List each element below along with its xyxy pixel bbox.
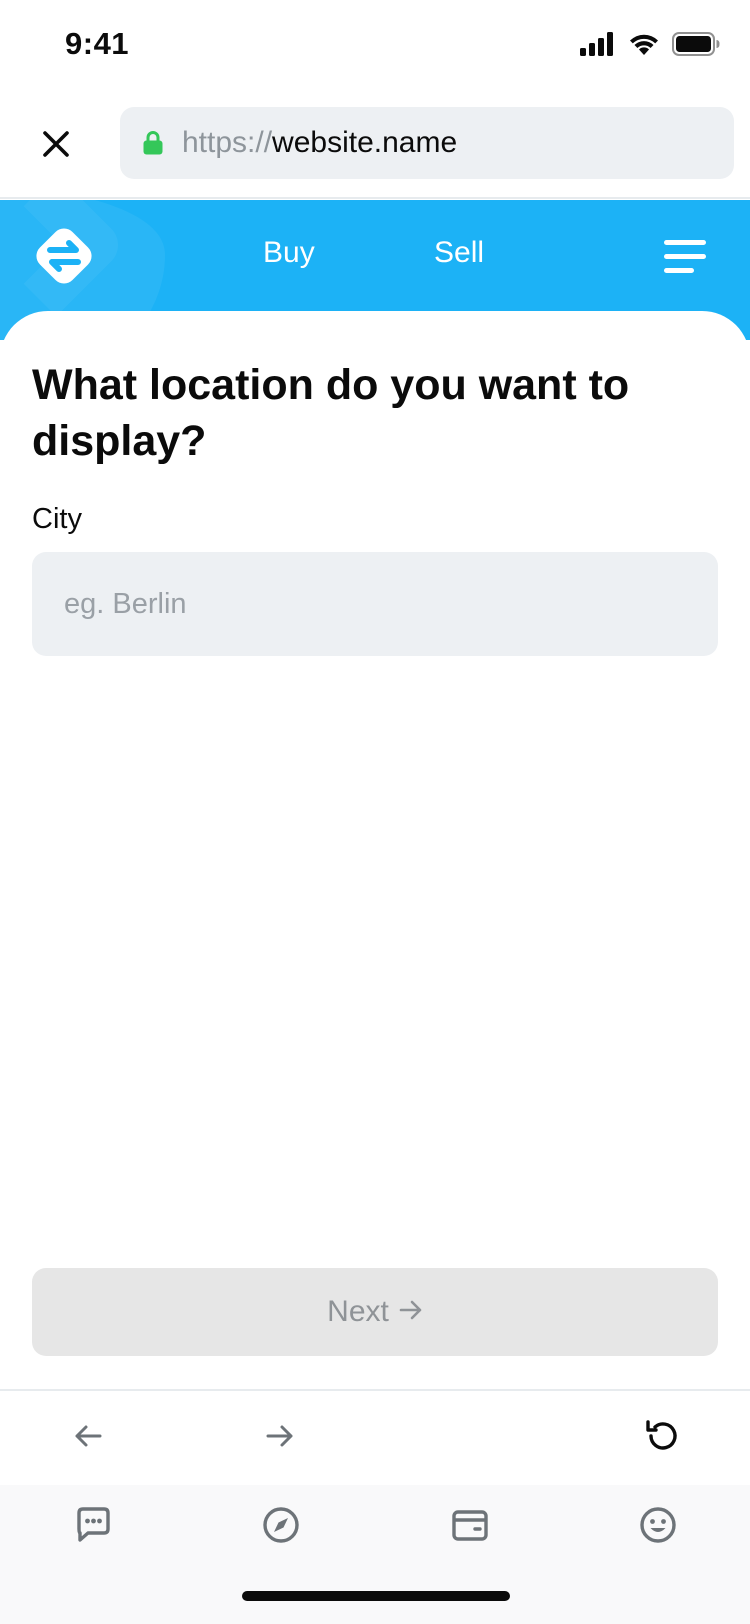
city-input[interactable] [32, 552, 718, 656]
arrow-right-icon [399, 1295, 423, 1329]
chat-bubble-icon [73, 1505, 113, 1550]
wallet-icon [450, 1505, 490, 1550]
lock-icon [142, 130, 164, 156]
tab-profile[interactable] [634, 1503, 682, 1551]
content-card: What location do you want to display? Ci… [0, 311, 750, 1389]
close-button[interactable] [36, 126, 76, 166]
nav-link-buy[interactable]: Buy [263, 236, 315, 270]
wifi-icon [628, 32, 660, 61]
cellular-signal-icon [580, 32, 616, 61]
compass-icon [261, 1505, 301, 1550]
reload-icon [644, 1417, 682, 1460]
browser-address-bar: https:// website.name [0, 92, 750, 199]
tab-wallet[interactable] [446, 1503, 494, 1551]
battery-icon [672, 32, 720, 61]
url-field[interactable]: https:// website.name [120, 107, 734, 179]
forward-button[interactable] [255, 1413, 305, 1463]
next-button-label: Next [327, 1295, 389, 1328]
tab-bar [0, 1485, 750, 1624]
status-icons [580, 32, 720, 61]
tab-messages[interactable] [69, 1503, 117, 1551]
home-indicator [242, 1591, 510, 1601]
exchange-arrows-logo-icon[interactable] [30, 222, 98, 290]
next-button[interactable]: Next [32, 1268, 718, 1356]
nav-link-sell[interactable]: Sell [434, 236, 484, 270]
smiley-face-icon [638, 1505, 678, 1550]
url-scheme: https:// [182, 126, 273, 159]
status-time: 9:41 [65, 26, 130, 61]
hamburger-menu-icon[interactable] [664, 240, 706, 274]
arrow-left-icon [74, 1424, 102, 1453]
browser-navigation-bar [0, 1389, 750, 1485]
tab-explore[interactable] [257, 1503, 305, 1551]
city-label: City [32, 503, 82, 535]
close-icon [41, 129, 71, 164]
page-title: What location do you want to display? [32, 361, 630, 465]
url-host: website.name [272, 126, 458, 159]
status-bar: 9:41 [0, 0, 750, 92]
reload-button[interactable] [638, 1413, 688, 1463]
arrow-right-icon [266, 1424, 294, 1453]
back-button[interactable] [63, 1413, 113, 1463]
